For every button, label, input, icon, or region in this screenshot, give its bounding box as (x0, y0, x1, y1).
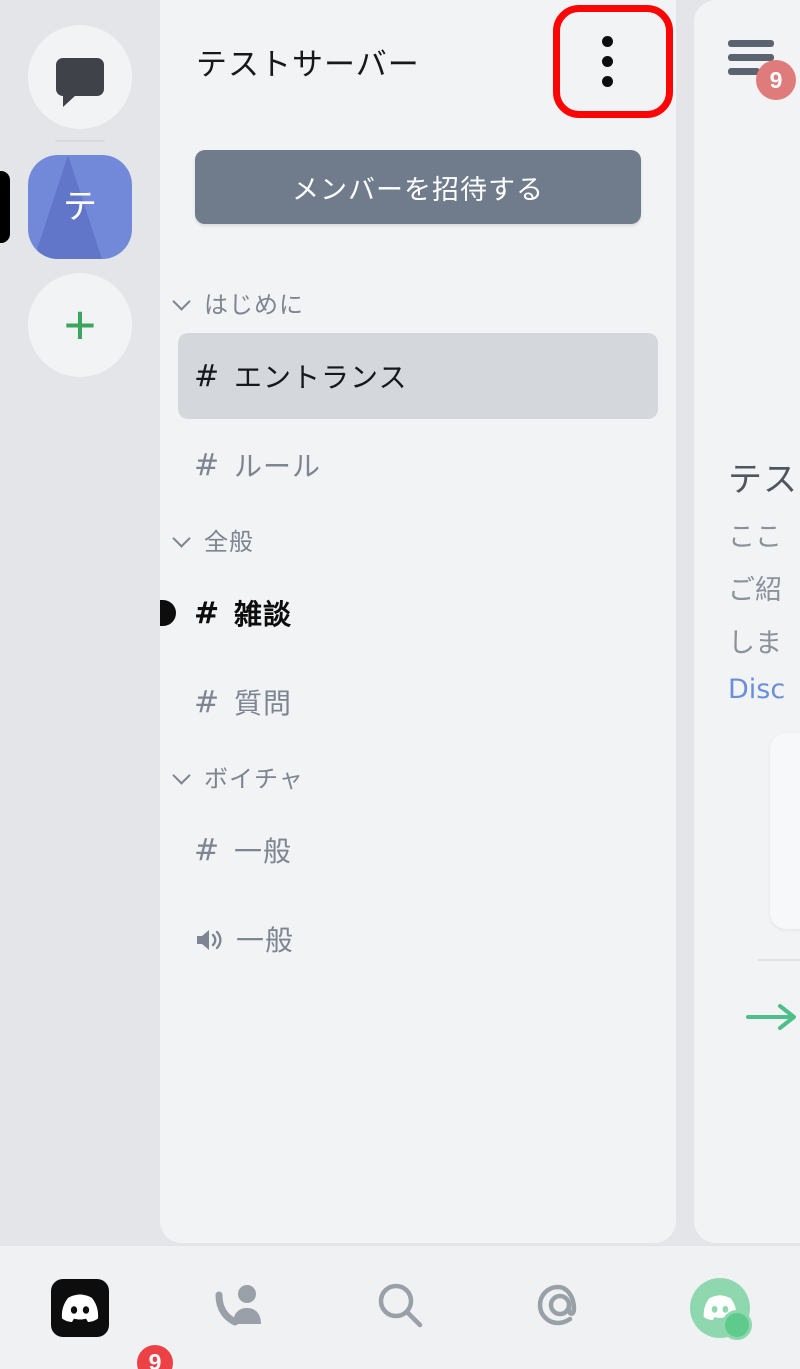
invite-members-button[interactable]: メンバーを招待する (195, 150, 641, 224)
person-wave-icon (213, 1280, 267, 1335)
hash-icon: # (194, 832, 220, 868)
chat-panel-body: テス ここ ご紹 しま Disc D た 20 (694, 122, 800, 1105)
mentions-tab[interactable] (480, 1246, 640, 1369)
chat-welcome-link[interactable]: Disc (728, 674, 800, 705)
user-avatar-icon (690, 1277, 752, 1340)
profile-tab[interactable] (640, 1246, 800, 1369)
search-tab[interactable] (320, 1246, 480, 1369)
hash-icon: # (194, 447, 220, 483)
hash-icon: # (194, 684, 220, 720)
server-avatar: テ (28, 155, 132, 259)
server-rail: テ + (0, 0, 160, 1243)
burger-line (728, 54, 774, 61)
selected-server-indicator (0, 171, 10, 243)
channel-item[interactable]: # 一般 (178, 807, 658, 893)
status-badge: 9 (756, 60, 796, 100)
discord-logo-icon (51, 1278, 109, 1337)
chat-welcome-title: テス (728, 460, 798, 500)
three-dot-menu-icon[interactable] (552, 7, 662, 115)
channel-item-label: 雑談 (234, 598, 293, 631)
chat-welcome-line: しま (728, 628, 782, 659)
sidebar-item-direct-messages[interactable] (0, 18, 160, 136)
hash-icon: # (194, 358, 220, 394)
channel-panel: テストサーバー メンバーを招待する はじめに # エントランス # ルール全般 # 雑談 # 質… (160, 0, 676, 1243)
channel-category[interactable]: はじめに (160, 274, 676, 330)
channel-item[interactable]: 一般 (178, 896, 658, 982)
channel-item[interactable]: # ルール (178, 422, 658, 508)
channel-category-label: はじめに (204, 290, 304, 319)
menu-dot (601, 35, 613, 47)
hash-icon: # (194, 595, 220, 631)
channel-category-label: ボイチャ (204, 764, 304, 793)
chat-welcome-line: ご紹 (728, 575, 782, 606)
channel-panel-header: テストサーバー (160, 0, 676, 122)
arrow-right-icon (746, 995, 800, 1105)
speaker-icon (194, 926, 222, 952)
channel-item[interactable]: # 雑談 (160, 570, 658, 656)
add-server-circle: + (28, 273, 132, 377)
chevron-down-icon (172, 766, 192, 786)
discord-mobile-screen: テ + テストサーバー メンバーを招待する はじめに # エントランス # ルール全般 #… (0, 0, 800, 1369)
at-mention-icon (533, 1278, 587, 1337)
chat-panel-header: 9 (694, 0, 800, 122)
channel-item-label: 一般 (236, 924, 295, 957)
channel-item-label: エントランス (234, 361, 408, 394)
channel-item-label: 一般 (234, 835, 293, 868)
sidebar-item-server-test[interactable]: テ (0, 148, 160, 266)
channel-item-label: ルール (234, 450, 322, 483)
chat-panel-preview[interactable]: 9 テス ここ ご紹 しま Disc D た (694, 0, 800, 1243)
chevron-down-icon (172, 292, 192, 312)
system-message: D た 20 (728, 961, 800, 1105)
plus-icon: + (63, 293, 97, 356)
servers-tab[interactable]: 9 (0, 1246, 176, 1369)
burger-line (728, 68, 760, 75)
search-icon (374, 1279, 426, 1336)
channel-category[interactable]: ボイチャ (160, 748, 676, 804)
rail-divider (55, 140, 105, 142)
channel-list: はじめに # エントランス # ルール 全般 # 雑談 # 質問 ボイチャ # 一般 一般 (160, 224, 676, 982)
chat-welcome-line: ここ (728, 522, 782, 553)
channel-item-label: 質問 (234, 687, 293, 720)
chevron-down-icon (172, 529, 192, 549)
channel-category-label: 全般 (204, 527, 254, 556)
friends-tab[interactable] (160, 1246, 320, 1369)
burger-line (728, 40, 774, 47)
page-title: テストサーバー (196, 46, 420, 83)
channel-category[interactable]: 全般 (160, 511, 676, 567)
server-avatar-label: テ (63, 187, 97, 227)
chat-bubble-icon (56, 58, 104, 107)
bottom-navigation-bar: 9 (0, 1245, 800, 1369)
embed-card[interactable] (770, 733, 800, 929)
dm-button-circle (28, 25, 132, 129)
channel-item[interactable]: # 質問 (178, 659, 658, 745)
menu-dot (601, 75, 613, 87)
menu-dot (601, 55, 613, 67)
add-server-button[interactable]: + (0, 266, 160, 384)
channel-item[interactable]: # エントランス (178, 333, 658, 419)
unread-indicator (160, 600, 176, 626)
